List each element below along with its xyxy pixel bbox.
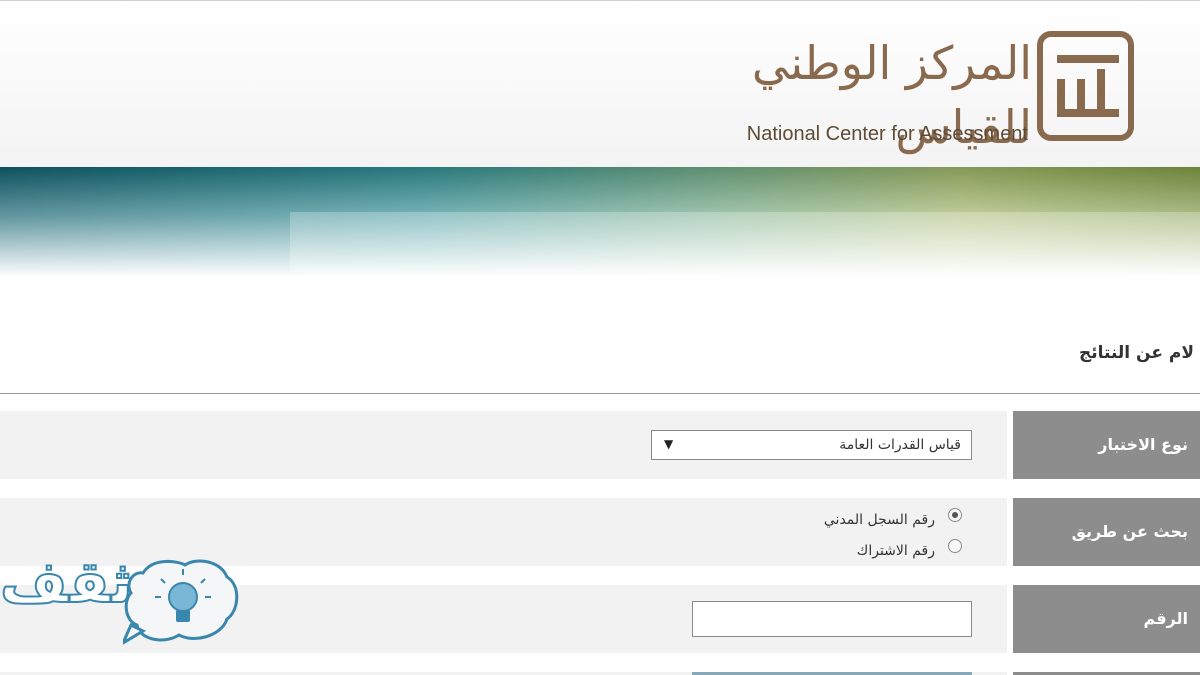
banner-panel [290,212,1200,282]
watermark-text: ثقف [0,547,134,617]
radio-selected-dot [952,512,958,518]
number-label: الرقم [1013,585,1200,653]
test-type-select[interactable]: قياس القدرات العامة ▼ [651,430,972,460]
test-type-selected-value: قياس القدرات العامة [839,437,961,453]
number-input[interactable] [692,601,972,637]
page-title: لام عن النتائج [1079,343,1194,363]
test-type-field-area: قياس القدرات العامة ▼ [0,411,1007,479]
radio-civil-record-label[interactable]: رقم السجل المدني [740,512,935,528]
lightbulb-bubble-icon [123,559,239,645]
radio-subscription[interactable] [948,539,962,553]
search-by-label: بحث عن طريق [1013,498,1200,566]
test-type-row: قياس القدرات العامة ▼ نوع الاختبار [0,411,1200,479]
qiyas-logo-icon[interactable] [1037,31,1134,141]
chevron-down-icon: ▼ [664,437,674,451]
divider [0,393,1200,394]
site-header: المركز الوطني للقياس National Center for… [0,0,1200,171]
logo-english-text: National Center for Assessment [746,123,1028,145]
radio-civil-record[interactable] [948,508,962,522]
radio-subscription-label[interactable]: رقم الاشتراك [740,543,935,559]
test-type-label: نوع الاختبار [1013,411,1200,479]
